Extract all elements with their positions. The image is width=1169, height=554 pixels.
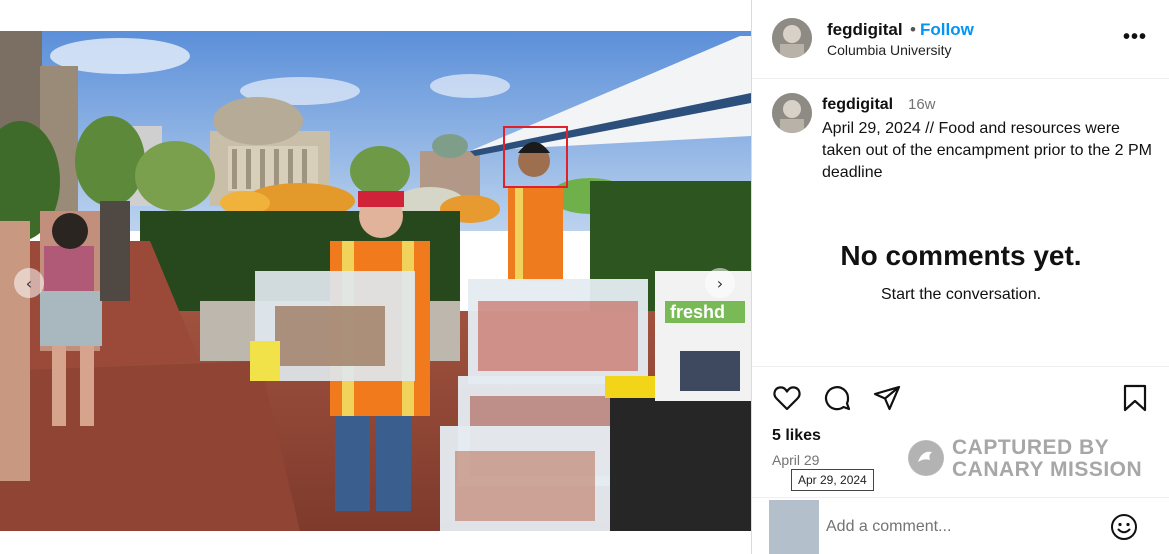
comment-icon[interactable] <box>822 383 852 413</box>
watermark-line2: CANARY MISSION <box>952 458 1143 481</box>
caption-text: April 29, 2024 // Food and resources wer… <box>822 120 1152 181</box>
share-icon[interactable] <box>872 383 902 413</box>
author-avatar[interactable] <box>772 18 812 58</box>
date-tooltip: Apr 29, 2024 <box>791 469 874 491</box>
watermark-line1: CAPTURED BY <box>952 436 1110 459</box>
post-photo[interactable]: freshd <box>0 31 751 531</box>
next-photo-button[interactable]: › <box>705 268 735 298</box>
caption-author-avatar[interactable] <box>772 93 812 133</box>
post-media-pane: freshd ‹ › <box>0 0 751 554</box>
bookmark-icon[interactable] <box>1120 383 1150 413</box>
highlight-annotation-box <box>503 126 568 188</box>
likes-count[interactable]: 5 likes <box>772 427 821 445</box>
no-comments-heading: No comments yet. <box>840 240 1082 271</box>
comment-input[interactable] <box>826 515 1086 539</box>
caption-username[interactable]: fegdigital <box>822 96 893 114</box>
canary-logo-icon <box>908 440 944 476</box>
previous-photo-button[interactable]: ‹ <box>14 268 44 298</box>
caption-timestamp[interactable]: 16w <box>908 96 936 113</box>
comment-bar <box>752 497 1169 554</box>
follow-button[interactable]: Follow <box>920 20 974 40</box>
author-username[interactable]: fegdigital <box>827 20 903 40</box>
svg-text:freshd: freshd <box>670 302 725 322</box>
photo-image: freshd <box>0 31 751 531</box>
post-side-panel: fegdigital • Follow Columbia University … <box>751 0 1169 554</box>
heart-icon[interactable] <box>772 383 802 413</box>
start-conversation-text: Start the conversation. <box>880 286 1042 303</box>
post-date[interactable]: April 29 <box>772 452 819 468</box>
commenter-avatar <box>769 500 819 554</box>
post-header: fegdigital • Follow Columbia University … <box>752 0 1169 79</box>
canary-mission-watermark: CAPTURED BY CANARY MISSION <box>908 436 1168 484</box>
actions-divider <box>752 366 1169 367</box>
more-options-icon[interactable]: ••• <box>1123 26 1147 49</box>
emoji-icon[interactable] <box>1110 513 1138 541</box>
post-location[interactable]: Columbia University <box>827 42 951 58</box>
separator-dot: • <box>910 20 916 39</box>
